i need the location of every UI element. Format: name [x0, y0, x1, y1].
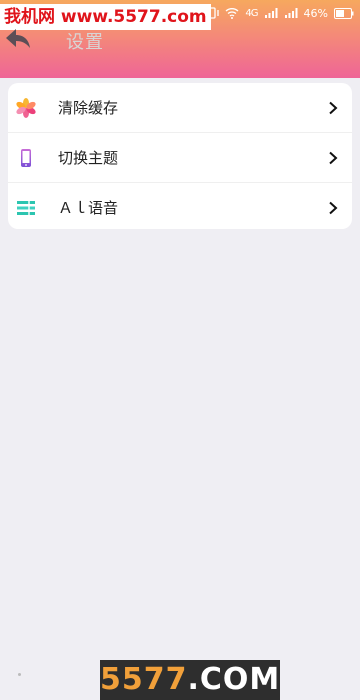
chevron-right-icon: [329, 151, 338, 164]
watermark-bottom: 5577.COM: [100, 660, 280, 700]
battery-percent: 46%: [303, 6, 328, 20]
asterisk-flower-icon: [16, 97, 36, 118]
settings-list: 清除缓存 切换主题 Ａｌ语音: [8, 83, 352, 229]
watermark-bottom-number: 5577: [100, 662, 188, 697]
settings-item-label: 清除缓存: [58, 99, 119, 117]
chevron-right-icon: [329, 201, 338, 214]
back-arrow-icon[interactable]: [4, 26, 32, 52]
settings-item-clear-cache[interactable]: 清除缓存: [8, 83, 352, 132]
chevron-right-icon: [329, 101, 338, 114]
phone-icon: [16, 148, 36, 168]
network-type: 4G: [245, 7, 258, 19]
settings-item-ai-voice[interactable]: Ａｌ语音: [8, 182, 352, 229]
decorative-dot: [18, 673, 21, 676]
settings-item-label: 切换主题: [58, 149, 119, 167]
battery-icon: [334, 7, 354, 19]
wifi-icon: [225, 8, 239, 19]
page-title: 设置: [66, 32, 104, 53]
settings-item-switch-theme[interactable]: 切换主题: [8, 132, 352, 182]
vibrate-icon: [205, 7, 220, 19]
status-bar: 4G 46%: [205, 4, 354, 22]
signal-icon-2: [284, 8, 298, 18]
signal-icon: [264, 8, 278, 18]
watermark-bottom-suffix: .COM: [187, 662, 281, 697]
text-lines-icon: [16, 198, 36, 218]
settings-item-label: Ａｌ语音: [58, 199, 119, 217]
